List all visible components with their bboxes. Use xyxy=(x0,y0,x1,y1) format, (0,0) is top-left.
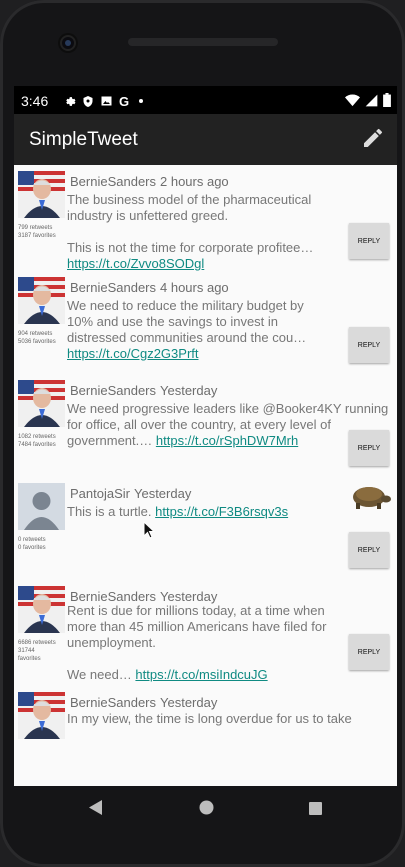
retweet-count: 0 retweets xyxy=(18,537,46,543)
retweet-count: 6686 retweets xyxy=(18,640,56,646)
navigation-bar xyxy=(14,786,397,838)
tweet-username[interactable]: BernieSanders xyxy=(70,695,156,710)
tweet-body: The business model of the pharmaceutical… xyxy=(67,192,329,272)
google-icon: G xyxy=(119,93,130,109)
retweet-count: 799 retweets xyxy=(18,225,53,231)
home-icon[interactable] xyxy=(199,800,214,815)
tweet-body: Rent is due for millions today, at a tim… xyxy=(67,603,329,683)
favorite-count: 3187 favorites xyxy=(18,233,56,239)
back-icon[interactable] xyxy=(89,800,103,815)
status-right-icons xyxy=(345,93,391,107)
tweet-media-image[interactable] xyxy=(347,480,393,514)
tweet-header: PantojaSir Yesterday xyxy=(70,486,191,501)
tweet-stats: 904 retweets 5036 favorites xyxy=(18,330,70,346)
tweet-username[interactable]: PantojaSir xyxy=(70,486,130,501)
tweet-username[interactable]: BernieSanders xyxy=(70,280,156,295)
tweet-item[interactable]: 1082 retweets 7484 favorites BernieSande… xyxy=(14,377,397,481)
tweet-link[interactable]: https://t.co/Cgz2G3Prft xyxy=(67,346,199,361)
reply-button[interactable]: REPLY xyxy=(349,327,389,363)
tweet-item[interactable]: 904 retweets 5036 favorites BernieSander… xyxy=(14,274,397,376)
favorite-count: 31744 favorites xyxy=(18,648,41,662)
tweet-timestamp: Yesterday xyxy=(160,589,218,604)
tweet-timestamp: Yesterday xyxy=(133,486,192,501)
avatar[interactable] xyxy=(18,483,65,530)
tweet-body: This is a turtle. https://t.co/F3B6rsqv3… xyxy=(67,504,329,520)
battery-icon xyxy=(383,93,391,107)
tweet-body: We need to reduce the military budget by… xyxy=(67,298,329,362)
tweet-text: In my view, the time is long overdue for… xyxy=(67,711,352,726)
screen: 3:46 G SimpleTweet 799 retweets 3187 fav… xyxy=(14,86,397,786)
tweet-stats: 6686 retweets 31744 favorites xyxy=(18,639,70,663)
avatar[interactable] xyxy=(18,586,65,633)
retweet-count: 904 retweets xyxy=(18,331,53,337)
status-left-icons: G xyxy=(63,93,144,109)
app-title: SimpleTweet xyxy=(29,129,138,150)
tweet-stats: 799 retweets 3187 favorites xyxy=(18,224,70,240)
tweet-text: This is a turtle. xyxy=(67,504,152,519)
tweet-link[interactable]: https://t.co/F3B6rsqv3s xyxy=(155,504,288,519)
status-bar: 3:46 G xyxy=(14,86,397,114)
tweet-item[interactable]: 0 retweets 0 favorites PantojaSir Yesterd… xyxy=(14,480,397,584)
tweet-header: BernieSanders Yesterday xyxy=(70,589,217,604)
photo-icon xyxy=(101,96,112,106)
mouse-cursor-icon xyxy=(143,521,155,539)
tweet-text: We need to reduce the military budget by… xyxy=(67,298,307,345)
app-bar: SimpleTweet xyxy=(14,114,397,165)
speaker-grille xyxy=(128,38,278,46)
reply-button[interactable]: REPLY xyxy=(349,430,389,466)
status-time: 3:46 xyxy=(21,93,49,109)
tweet-username[interactable]: BernieSanders xyxy=(70,174,156,189)
tweet-timestamp: 2 hours ago xyxy=(160,174,229,189)
tweet-username[interactable]: BernieSanders xyxy=(70,383,156,398)
tweet-link[interactable]: https://t.co/rSphDW7Mrh xyxy=(156,433,298,448)
tweet-stats: 0 retweets 0 favorites xyxy=(18,536,70,552)
recents-icon[interactable] xyxy=(309,802,322,815)
favorite-count: 7484 favorites xyxy=(18,442,56,448)
reply-button[interactable]: REPLY xyxy=(349,223,389,259)
tweet-text: The business model of the pharmaceutical… xyxy=(67,192,314,255)
tweet-item[interactable]: 799 retweets 3187 favorites BernieSander… xyxy=(14,168,397,272)
tweet-body: In my view, the time is long overdue for… xyxy=(67,711,389,727)
tweet-stats: 1082 retweets 7484 favorites xyxy=(18,433,70,449)
tweet-item[interactable]: BernieSanders Yesterday In my view, the t… xyxy=(14,689,397,786)
tweet-link[interactable]: https://t.co/Zvvo8SODgl xyxy=(67,256,204,271)
wifi-icon xyxy=(345,94,360,106)
tweet-header: BernieSanders 4 hours ago xyxy=(70,280,229,295)
tweet-timeline[interactable]: 799 retweets 3187 favorites BernieSander… xyxy=(14,165,397,786)
tweet-body: We need progressive leaders like @Booker… xyxy=(67,401,389,449)
shield-icon xyxy=(83,95,93,107)
reply-button[interactable]: REPLY xyxy=(349,634,389,670)
avatar[interactable] xyxy=(18,692,65,739)
avatar[interactable] xyxy=(18,171,65,218)
avatar[interactable] xyxy=(18,380,65,427)
tweet-header: BernieSanders Yesterday xyxy=(70,695,217,710)
tweet-timestamp: Yesterday xyxy=(160,695,218,710)
tweet-timestamp: 4 hours ago xyxy=(160,280,229,295)
avatar[interactable] xyxy=(18,277,65,324)
favorite-count: 5036 favorites xyxy=(18,339,56,345)
reply-button[interactable]: REPLY xyxy=(349,532,389,568)
tweet-header: BernieSanders 2 hours ago xyxy=(70,174,229,189)
signal-icon xyxy=(365,94,378,106)
front-camera xyxy=(60,35,76,51)
tweet-item[interactable]: 6686 retweets 31744 favorites BernieSand… xyxy=(14,583,397,687)
tweet-username[interactable]: BernieSanders xyxy=(70,589,156,604)
tweet-header: BernieSanders Yesterday xyxy=(70,383,217,398)
favorite-count: 0 favorites xyxy=(18,545,46,551)
retweet-count: 1082 retweets xyxy=(18,434,56,440)
pencil-icon[interactable] xyxy=(361,126,385,150)
dot-icon xyxy=(139,99,144,103)
tweet-timestamp: Yesterday xyxy=(160,383,218,398)
tweet-link[interactable]: https://t.co/msiIndcuJG xyxy=(135,667,267,682)
gear-icon xyxy=(66,96,76,106)
